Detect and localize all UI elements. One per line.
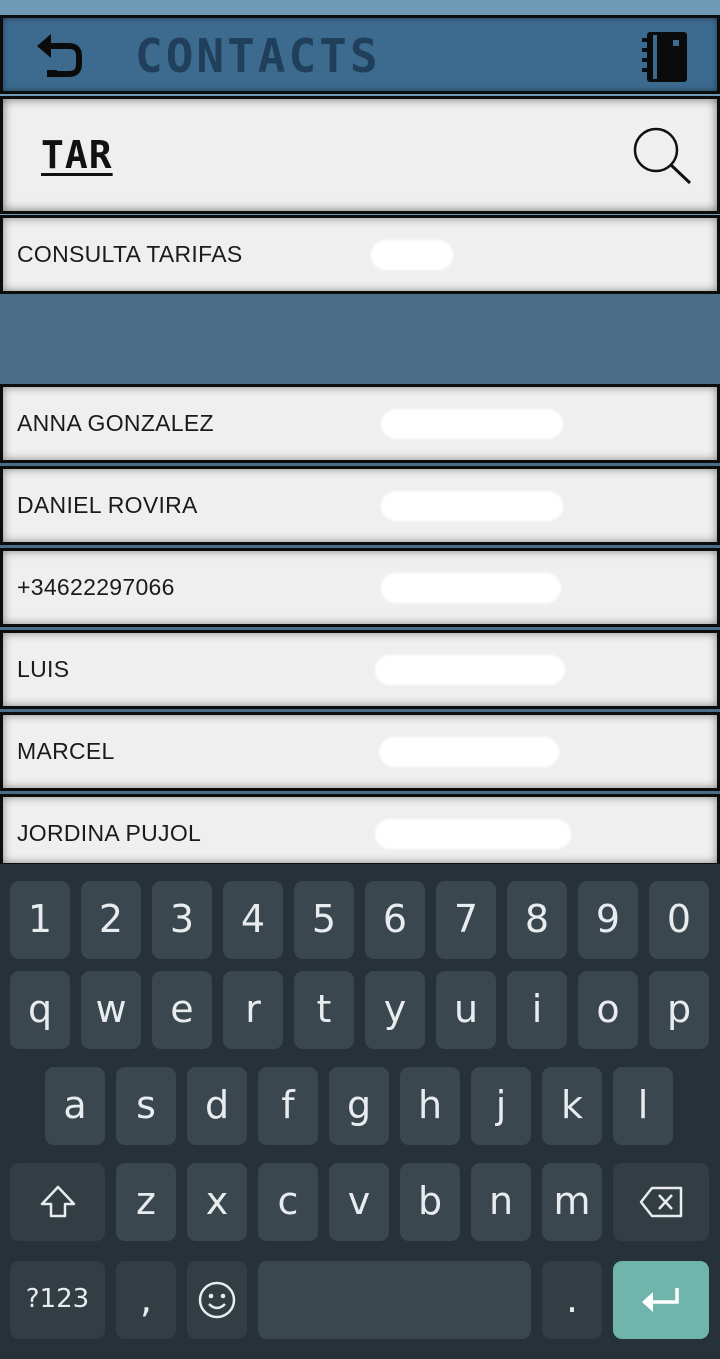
key-1[interactable]: 1 <box>10 881 70 959</box>
key-e[interactable]: e <box>152 971 212 1049</box>
key-u[interactable]: u <box>436 971 496 1049</box>
key-w[interactable]: w <box>81 971 141 1049</box>
key-0[interactable]: 0 <box>649 881 709 959</box>
key-n[interactable]: n <box>471 1163 531 1241</box>
contacts-screen: CONTACTS TAR CONSULTA TARIFAS ANNA GONZA… <box>0 0 720 1359</box>
address-book-icon[interactable] <box>639 30 691 84</box>
key-7[interactable]: 7 <box>436 881 496 959</box>
key-m[interactable]: m <box>542 1163 602 1241</box>
comma-key[interactable]: , <box>116 1261 176 1339</box>
key-h[interactable]: h <box>400 1067 460 1145</box>
redacted-number <box>375 655 565 685</box>
redacted-number <box>379 737 559 767</box>
key-8[interactable]: 8 <box>507 881 567 959</box>
key-g[interactable]: g <box>329 1067 389 1145</box>
app-header: CONTACTS <box>0 15 720 94</box>
contact-row[interactable]: DANIEL ROVIRA <box>0 466 720 545</box>
contact-row[interactable]: MARCEL <box>0 712 720 791</box>
key-v[interactable]: v <box>329 1163 389 1241</box>
key-c[interactable]: c <box>258 1163 318 1241</box>
emoji-key[interactable] <box>187 1261 247 1339</box>
key-t[interactable]: t <box>294 971 354 1049</box>
soft-keyboard: 1 2 3 4 5 6 7 8 9 0 q w e r t y u i o p … <box>0 864 720 1359</box>
search-bar[interactable]: TAR <box>0 96 720 214</box>
key-r[interactable]: r <box>223 971 283 1049</box>
key-l[interactable]: l <box>613 1067 673 1145</box>
backspace-icon <box>639 1186 683 1218</box>
contact-name: CONSULTA TARIFAS <box>17 241 243 267</box>
key-o[interactable]: o <box>578 971 638 1049</box>
key-z[interactable]: z <box>116 1163 176 1241</box>
contact-row[interactable]: +34622297066 <box>0 548 720 627</box>
redacted-number <box>381 409 563 439</box>
contact-name: ANNA GONZALEZ <box>17 410 214 436</box>
period-key[interactable]: . <box>542 1261 602 1339</box>
search-icon[interactable] <box>628 122 696 190</box>
back-arrow-icon[interactable] <box>33 28 89 84</box>
shift-icon <box>40 1185 75 1218</box>
redacted-number <box>371 240 453 270</box>
key-a[interactable]: a <box>45 1067 105 1145</box>
contact-row[interactable]: CONSULTA TARIFAS <box>0 215 720 294</box>
key-j[interactable]: j <box>471 1067 531 1145</box>
key-5[interactable]: 5 <box>294 881 354 959</box>
enter-icon <box>642 1288 679 1312</box>
key-b[interactable]: b <box>400 1163 460 1241</box>
contact-row[interactable]: LUIS <box>0 630 720 709</box>
emoji-icon <box>198 1281 236 1319</box>
key-i[interactable]: i <box>507 971 567 1049</box>
key-4[interactable]: 4 <box>223 881 283 959</box>
contact-name: MARCEL <box>17 738 115 764</box>
key-p[interactable]: p <box>649 971 709 1049</box>
spacebar[interactable] <box>258 1261 531 1339</box>
contact-row[interactable]: ANNA GONZALEZ <box>0 384 720 463</box>
key-f[interactable]: f <box>258 1067 318 1145</box>
contact-row[interactable]: JORDINA PUJOL <box>0 794 720 866</box>
contact-name: JORDINA PUJOL <box>17 820 202 846</box>
contact-name: LUIS <box>17 656 70 682</box>
symbols-key[interactable]: ?123 <box>10 1261 105 1339</box>
key-y[interactable]: y <box>365 971 425 1049</box>
shift-key[interactable] <box>10 1163 105 1241</box>
contact-name: +34622297066 <box>17 574 175 600</box>
key-9[interactable]: 9 <box>578 881 638 959</box>
key-2[interactable]: 2 <box>81 881 141 959</box>
redacted-number <box>381 573 561 603</box>
enter-key[interactable] <box>613 1261 709 1339</box>
key-x[interactable]: x <box>187 1163 247 1241</box>
redacted-number <box>381 491 563 521</box>
key-3[interactable]: 3 <box>152 881 212 959</box>
key-6[interactable]: 6 <box>365 881 425 959</box>
redacted-number <box>375 819 571 849</box>
search-input[interactable]: TAR <box>41 133 113 177</box>
key-q[interactable]: q <box>10 971 70 1049</box>
page-title: CONTACTS <box>135 29 381 83</box>
key-d[interactable]: d <box>187 1067 247 1145</box>
key-k[interactable]: k <box>542 1067 602 1145</box>
backspace-key[interactable] <box>613 1163 709 1241</box>
contact-name: DANIEL ROVIRA <box>17 492 198 518</box>
key-s[interactable]: s <box>116 1067 176 1145</box>
